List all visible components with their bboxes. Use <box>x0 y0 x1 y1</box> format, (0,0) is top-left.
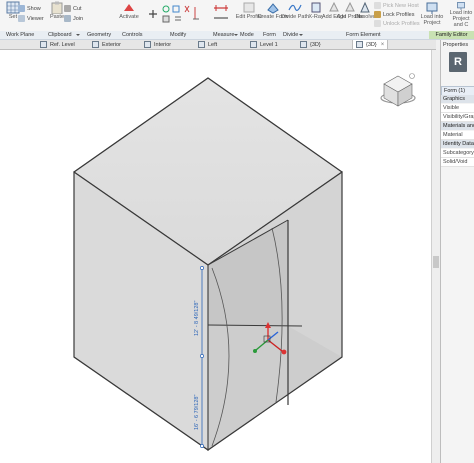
elevation-icon <box>198 41 205 48</box>
floor-plan-icon <box>250 41 257 48</box>
unlock-profiles-button[interactable]: Unlock Profiles <box>374 19 420 28</box>
pick-new-host-button[interactable]: Pick New Host <box>374 1 419 10</box>
viewcube[interactable] <box>380 73 416 107</box>
load-project-icon <box>426 2 438 14</box>
lock-profiles-button[interactable]: Lock Profiles <box>374 10 415 19</box>
panel-clipboard[interactable]: Clipboard <box>48 31 72 39</box>
chevron-down-icon[interactable] <box>299 34 303 36</box>
floor-plan-icon <box>40 41 47 48</box>
property-visible[interactable]: Visible <box>441 104 474 113</box>
tab-ref-level[interactable]: Ref. Level <box>40 40 75 49</box>
panel-form-element[interactable]: Form Element <box>346 31 381 39</box>
group-identity-data[interactable]: Identity Data <box>441 140 474 148</box>
dimension-grip-bottom[interactable] <box>200 444 204 448</box>
measure-tools <box>212 2 234 26</box>
load-into-project-button[interactable]: Load into Project <box>420 0 444 28</box>
property-solid-void[interactable]: Solid/Void <box>441 158 474 167</box>
ribbon-panel-bar: Work Plane Clipboard Geometry Controls M… <box>0 31 474 40</box>
dissolve-icon <box>360 1 370 13</box>
activate-button[interactable]: Activate <box>116 0 142 28</box>
edit-profile-icon <box>243 2 255 13</box>
panel-mode[interactable]: Mode <box>240 31 254 39</box>
measure-icon <box>214 5 228 19</box>
panel-geometry[interactable]: Geometry <box>87 31 111 39</box>
viewer-button[interactable]: Viewer <box>18 14 44 23</box>
tab-left[interactable]: Left <box>198 40 217 49</box>
clipboard-icon <box>51 1 63 14</box>
panel-controls[interactable]: Controls <box>122 31 142 39</box>
dimension-grip-top[interactable] <box>200 266 204 270</box>
chevron-down-icon[interactable] <box>76 34 80 36</box>
viewer-icon <box>18 15 25 22</box>
lock-icon <box>374 11 381 18</box>
ribbon: Set Show Viewer Paste Cut Join Activate <box>0 0 474 32</box>
divide-path-icon <box>288 4 302 11</box>
3d-view-icon <box>300 41 307 48</box>
tab-3d-a[interactable]: {3D} <box>300 40 321 49</box>
cut-button[interactable]: Cut <box>64 4 82 13</box>
join-button[interactable]: Join <box>64 14 83 23</box>
view-tab-bar: Ref. Level Exterior Interior Left Level … <box>0 40 436 50</box>
load-project-close-icon <box>457 2 465 10</box>
drawing-canvas[interactable]: 12' - 8 49/128" 16' - 6 79/128" <box>0 50 431 463</box>
property-visibility-graphics[interactable]: Visibility/Grap <box>441 113 474 122</box>
create-form-icon <box>267 3 279 14</box>
modify-tools <box>145 3 207 25</box>
panel-family-editor[interactable]: Family Editor <box>429 31 474 39</box>
panel-divide[interactable]: Divide <box>283 31 298 39</box>
type-selector-icon[interactable]: R <box>449 52 467 72</box>
panel-work-plane[interactable]: Work Plane <box>6 31 34 39</box>
dimension-grip-middle[interactable] <box>200 354 204 358</box>
panel-form[interactable]: Form <box>263 31 276 39</box>
scissors-icon <box>64 5 71 12</box>
modify-tool-icons <box>149 5 199 23</box>
activate-icon <box>124 4 134 11</box>
elevation-icon <box>144 41 151 48</box>
scrollbar-thumb[interactable] <box>433 256 439 268</box>
close-icon[interactable]: × <box>381 42 385 48</box>
home-icon <box>409 73 415 79</box>
3d-model-view[interactable]: 12' - 8 49/128" 16' - 6 79/128" <box>0 50 431 463</box>
tab-exterior[interactable]: Exterior <box>92 40 121 49</box>
group-materials[interactable]: Materials and <box>441 122 474 130</box>
group-graphics[interactable]: Graphics <box>441 95 474 103</box>
chevron-down-icon[interactable] <box>234 34 238 36</box>
show-button[interactable]: Show <box>18 4 41 13</box>
dimension-label-bottom[interactable]: 16' - 6 79/128" <box>194 395 200 430</box>
tab-interior[interactable]: Interior <box>144 40 171 49</box>
join-icon <box>64 15 71 22</box>
tab-3d-active[interactable]: {3D} × <box>352 40 389 49</box>
tab-level-1[interactable]: Level 1 <box>250 40 278 49</box>
property-subcategory[interactable]: Subcategory <box>441 149 474 158</box>
pick-host-icon <box>374 2 381 9</box>
property-material[interactable]: Material <box>441 131 474 140</box>
panel-modify[interactable]: Modify <box>170 31 186 39</box>
load-into-project-close-button[interactable]: Load into Project and C <box>448 0 474 28</box>
panel-measure[interactable]: Measure <box>213 31 234 39</box>
3d-view-icon <box>356 41 363 48</box>
elevation-icon <box>92 41 99 48</box>
unlock-icon <box>374 20 381 27</box>
properties-title: Properties <box>443 42 469 48</box>
dimension-label-top[interactable]: 12' - 8 49/128" <box>194 301 200 336</box>
workplane-show-icon <box>18 5 25 12</box>
properties-palette: Properties R Form (1) Graphics Visible V… <box>440 40 474 463</box>
